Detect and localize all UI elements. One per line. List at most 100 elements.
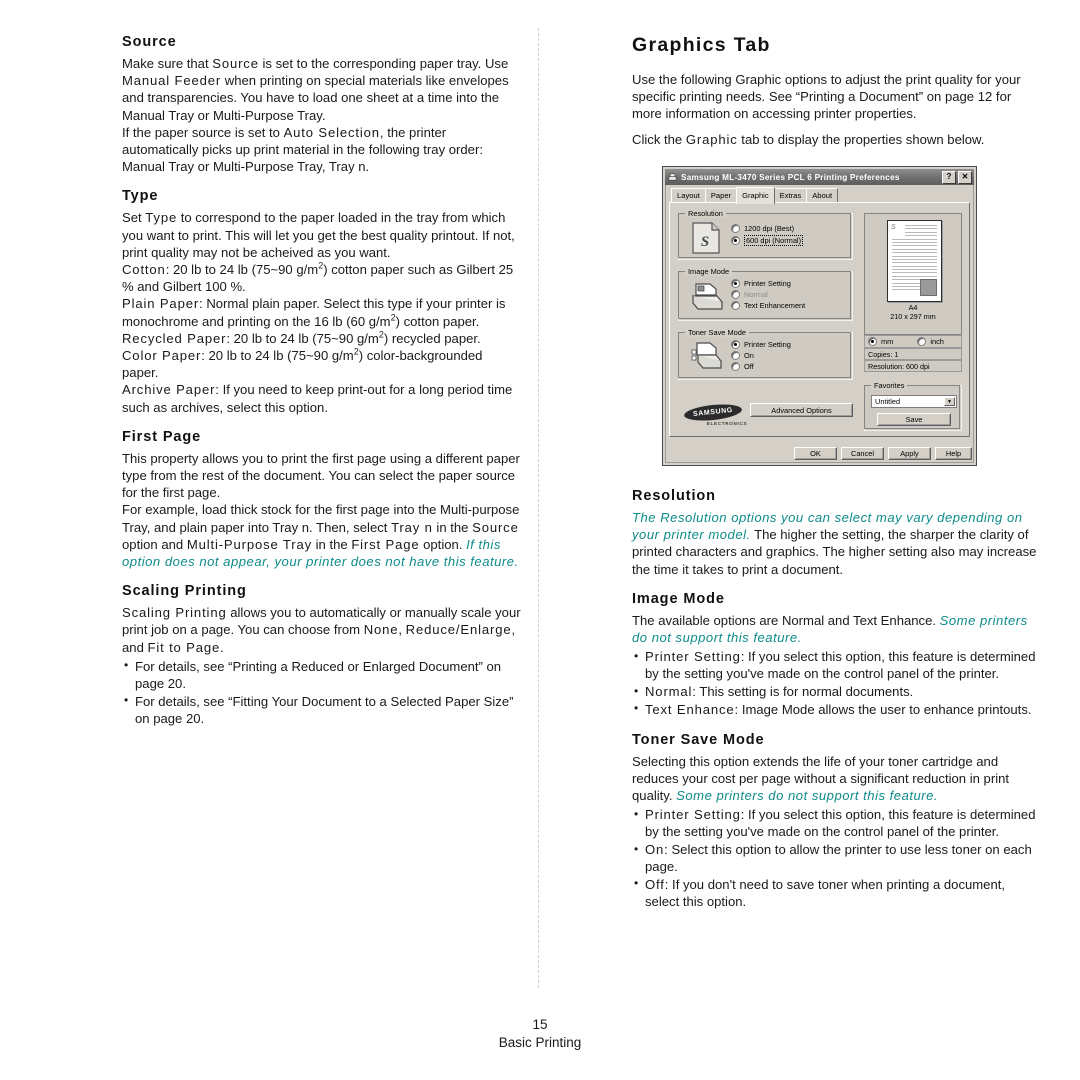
printer-image-icon	[691, 283, 724, 310]
printing-preferences-dialog: Samsung ML-3470 Series PCL 6 Printing Pr…	[662, 166, 977, 466]
list-item: Off: If you don't need to save toner whe…	[632, 875, 1037, 910]
units-row: mm inch	[864, 335, 962, 348]
page-footer: 15 Basic Printing	[0, 1016, 1080, 1053]
copies-info: Copies: 1	[864, 348, 962, 360]
graphic-tab-panel: Resolution S 1200 dpi (Best) 600 dpi (No…	[669, 202, 970, 437]
radio-icon	[731, 362, 740, 371]
column-divider	[538, 28, 539, 988]
radio-icon-selected	[731, 236, 740, 245]
dialog-titlebar: Samsung ML-3470 Series PCL 6 Printing Pr…	[665, 169, 974, 185]
heading-first-page: First Page	[122, 428, 202, 445]
list-item: On: Select this option to allow the prin…	[632, 841, 1037, 875]
advanced-options-button[interactable]: Advanced Options	[750, 403, 853, 417]
left-column: Source Make sure that Source is set to t…	[122, 34, 522, 728]
resolution-group-title: Resolution	[685, 209, 726, 218]
right-column: Graphics Tab Use the following Graphic o…	[632, 34, 1037, 148]
type-item-recycled: Recycled Paper: 20 lb to 24 lb (75~90 g/…	[122, 329, 481, 346]
chapter-name: Basic Printing	[498, 1035, 582, 1050]
tab-layout[interactable]: Layout	[671, 188, 706, 203]
resolution-options: 1200 dpi (Best) 600 dpi (Normal)	[731, 224, 804, 248]
tab-about[interactable]: About	[806, 188, 839, 203]
samsung-electronics-label: ELECTRONICS	[706, 421, 748, 426]
image-mode-paragraph: The available options are Normal and Tex…	[632, 612, 1028, 646]
radio-icon	[917, 337, 927, 346]
image-mode-group: Image Mode Printer Setting Normal Text E…	[678, 267, 853, 321]
radio-image-normal[interactable]: Normal	[731, 290, 805, 299]
paper-preview-pane: S A4 210 x 297 mm	[864, 213, 962, 335]
radio-unit-mm[interactable]: mm	[868, 337, 893, 346]
radio-1200dpi[interactable]: 1200 dpi (Best)	[731, 224, 803, 233]
resolution-paragraph: The Resolution options you can select ma…	[632, 510, 1037, 577]
radio-unit-inch[interactable]: inch	[917, 337, 944, 346]
toner-save-group-title: Toner Save Mode	[685, 328, 749, 337]
printer-toner-icon	[691, 342, 723, 369]
radio-icon-selected	[868, 337, 877, 346]
resolution-info: Resolution: 600 dpi	[864, 360, 962, 372]
radio-toner-printer-setting[interactable]: Printer Setting	[731, 340, 791, 349]
type-item-cotton: Cotton: 20 lb to 24 lb (75~90 g/m2) cott…	[122, 260, 514, 295]
heading-scaling-printing: Scaling Printing	[122, 583, 247, 600]
heading-resolution: Resolution	[632, 488, 716, 504]
radio-icon-selected	[731, 279, 740, 288]
list-item: Printer Setting: If you select this opti…	[632, 806, 1037, 840]
list-item: Printer Setting: If you select this opti…	[632, 648, 1037, 682]
intro-paragraph-2: Click the Graphic tab to display the pro…	[632, 131, 985, 147]
tab-paper[interactable]: Paper	[704, 188, 738, 203]
radio-toner-on[interactable]: On	[731, 351, 791, 360]
list-item: Normal: This setting is for normal docum…	[632, 683, 1037, 700]
resolution-group: Resolution S 1200 dpi (Best) 600 dpi (No…	[678, 209, 853, 260]
dialog-tabs: Layout Paper Graphic Extras About	[671, 187, 839, 204]
samsung-logo: SAMSUNG ELECTRONICS	[683, 402, 748, 426]
help-button[interactable]: ?	[942, 170, 956, 184]
dialog-action-buttons: OK Cancel Apply Help	[663, 447, 976, 461]
image-mode-options: Printer Setting Normal Text Enhancement	[731, 279, 805, 312]
heading-image-mode: Image Mode	[632, 590, 725, 607]
tab-extras[interactable]: Extras	[773, 188, 808, 203]
dialog-title: Samsung ML-3470 Series PCL 6 Printing Pr…	[681, 172, 900, 182]
first-page-paragraph-1: This property allows you to print the fi…	[122, 450, 520, 501]
tab-graphic[interactable]: Graphic	[736, 187, 775, 204]
page-preview-thumbnail: S	[887, 220, 942, 302]
scaling-paragraph: Scaling Printing allows you to automatic…	[122, 605, 521, 655]
chevron-down-icon[interactable]: ▼	[944, 397, 955, 406]
close-icon[interactable]: ✕	[958, 170, 972, 184]
preview-image-block	[920, 279, 937, 296]
right-column-lower: Resolution The Resolution options you ca…	[632, 488, 1037, 911]
printing-preferences-dialog-figure: Samsung ML-3470 Series PCL 6 Printing Pr…	[662, 166, 977, 466]
radio-icon	[731, 351, 740, 360]
toner-save-paragraph: Selecting this option extends the life o…	[632, 753, 1010, 803]
radio-image-text-enhancement[interactable]: Text Enhancement	[731, 301, 805, 310]
samsung-wordmark: SAMSUNG	[683, 402, 743, 423]
save-button[interactable]: Save	[877, 413, 951, 426]
list-item: Text Enhance: Image Mode allows the user…	[632, 700, 1037, 718]
page-number: 15	[532, 1017, 548, 1032]
first-page-paragraph-2: For example, load thick stock for the fi…	[122, 502, 520, 570]
radio-600dpi[interactable]: 600 dpi (Normal)	[731, 235, 804, 246]
type-item-color: Color Paper: 20 lb to 24 lb (75~90 g/m2)…	[122, 346, 483, 381]
radio-icon	[731, 290, 740, 299]
toner-save-bullet-list: Printer Setting: If you select this opti…	[632, 806, 1037, 910]
type-item-archive: Archive Paper: If you need to keep print…	[122, 382, 513, 415]
cancel-button[interactable]: Cancel	[841, 447, 884, 460]
toner-save-options: Printer Setting On Off	[731, 340, 791, 373]
type-intro: Set Type to correspond to the paper load…	[122, 210, 515, 260]
ok-button[interactable]: OK	[794, 447, 837, 460]
preview-dimensions: 210 x 297 mm	[890, 312, 936, 321]
titlebar-buttons: ? ✕	[942, 170, 972, 184]
help-action-button[interactable]: Help	[935, 447, 972, 460]
radio-toner-off[interactable]: Off	[731, 362, 791, 371]
list-item: For details, see “Fitting Your Document …	[122, 692, 522, 727]
favorites-select[interactable]: Untitled ▼	[871, 395, 957, 408]
image-mode-bullet-list: Printer Setting: If you select this opti…	[632, 648, 1037, 718]
heading-source: Source	[122, 34, 177, 50]
manual-page: Source Make sure that Source is set to t…	[0, 0, 1080, 1080]
radio-image-printer-setting[interactable]: Printer Setting	[731, 279, 805, 288]
toner-save-mode-group: Toner Save Mode Printer Setting On Off	[678, 328, 853, 380]
favorites-group-title: Favorites	[871, 381, 908, 390]
list-item: For details, see “Printing a Reduced or …	[122, 657, 522, 692]
favorites-group: Favorites Untitled ▼ Save	[864, 381, 962, 431]
source-paragraph-1: Make sure that Source is set to the corr…	[122, 56, 509, 123]
apply-button[interactable]: Apply	[888, 447, 931, 460]
type-item-plain: Plain Paper: Normal plain paper. Select …	[122, 296, 506, 329]
source-paragraph-2: If the paper source is set to Auto Selec…	[122, 124, 483, 175]
